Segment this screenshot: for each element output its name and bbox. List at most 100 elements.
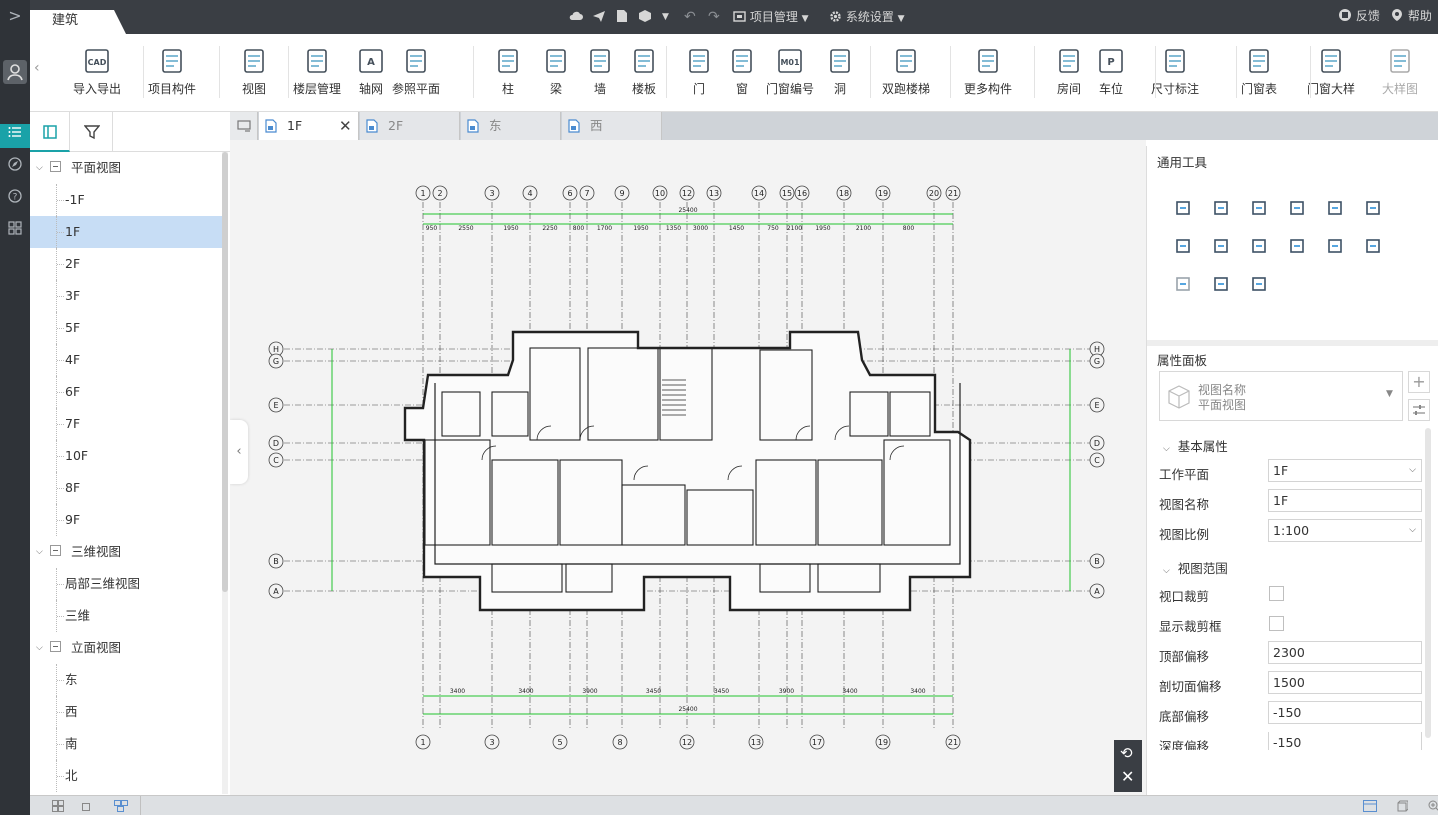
tree-item[interactable]: 3F [30,280,222,312]
small-square-icon[interactable] [82,803,90,811]
help-circle-icon[interactable]: ? [0,188,30,212]
cad-import-tool-button[interactable]: CAD 导入导出 [62,46,132,97]
show-crop-box-checkbox[interactable] [1269,616,1284,631]
array-icon[interactable] [1211,236,1231,256]
tree-item[interactable]: 9F [30,504,222,536]
props-scrollbar[interactable] [1425,428,1431,738]
tree-item[interactable]: 局部三维视图 [30,568,222,600]
parking-tool-button[interactable]: P 车位 [1076,46,1146,97]
view-type-selector[interactable]: 视图名称 平面视图 ▼ [1159,371,1403,421]
dimension-label: 800 [573,225,585,232]
user-avatar-icon[interactable] [3,60,27,84]
view-tab[interactable]: 2F [360,112,460,140]
align-icon[interactable] [1287,198,1307,218]
list-menu-icon[interactable] [0,124,30,148]
extend-icon[interactable] [1287,236,1307,256]
basic-props-section[interactable]: ⌵ 基本属性 [1163,436,1228,455]
delete-icon[interactable] [1173,274,1193,294]
tree-group-header[interactable]: ⌵ 立面视图 [30,632,222,664]
zoom-in-icon[interactable] [1428,800,1438,812]
close-tab-icon[interactable]: ✕ [339,112,352,140]
double-stair-tool-button[interactable]: 双跑楼梯 [871,46,941,97]
add-view-button[interactable]: + [1408,371,1430,393]
tree-item[interactable]: 10F [30,440,222,472]
cut-plane-offset-input[interactable]: 1500 [1268,671,1422,694]
more-components-tool-button[interactable]: 更多构件 [953,46,1023,97]
tree-group-header[interactable]: ⌵ 平面视图 [30,152,222,184]
scroll-left-chevron-icon[interactable]: ‹ [34,60,40,76]
file-icon[interactable] [616,9,628,27]
rotate-icon[interactable] [1249,198,1269,218]
door-window-table-tool-button[interactable]: 门窗表 [1224,46,1294,97]
viewport-crop-checkbox[interactable] [1269,586,1284,601]
measure-icon[interactable] [1249,274,1269,294]
duplicate-icon[interactable] [1173,236,1193,256]
opening-tool-button[interactable]: 洞 [805,46,875,97]
view-tab[interactable]: 西 [562,112,662,140]
split-icon[interactable] [1325,198,1345,218]
dimension-tool-button[interactable]: 尺寸标注 [1140,46,1210,97]
tree-item[interactable]: 5F [30,312,222,344]
tree-group-header[interactable]: ⌵ 三维视图 [30,536,222,568]
view-tab[interactable]: 东 [461,112,561,140]
project-menu[interactable]: 项目管理 ▼ [733,9,809,27]
dropdown-chevron-icon[interactable]: ▼ [662,9,669,25]
project-component-tool-button[interactable]: 项目构件 [137,46,207,97]
view-range-section[interactable]: ⌵ 视图范围 [1163,558,1228,577]
cloud-icon[interactable] [569,9,583,27]
expand-chevron-icon[interactable]: > [0,4,30,28]
module-tab-architecture[interactable]: 建筑 [30,10,126,34]
undo-icon[interactable]: ↶ [684,9,696,25]
cube-icon[interactable] [638,9,652,27]
close-icon[interactable]: ✕ [1121,767,1134,786]
view-name-input[interactable]: 1F [1268,489,1422,512]
work-plane-select[interactable]: 1F ⌵ [1268,459,1422,482]
trim-icon[interactable] [1249,236,1269,256]
tile-view-icon[interactable] [114,800,128,812]
tree-item[interactable]: 1F [30,216,222,248]
top-offset-input[interactable]: 2300 [1268,641,1422,664]
window-layout-icon[interactable] [1363,800,1377,812]
view-tool-button[interactable]: 视图 [219,46,289,97]
grid-view-icon[interactable] [52,800,64,812]
view-settings-button[interactable] [1408,399,1430,421]
copy-add-icon[interactable] [1211,198,1231,218]
reference-plane-tool-button[interactable]: 参照平面 [381,46,451,97]
tree-item[interactable]: 北 [30,760,222,792]
view-scale-select[interactable]: 1:100 ⌵ [1268,519,1422,542]
settings-menu[interactable]: 系统设置 ▼ [829,9,905,27]
tree-panel-toggle[interactable] [30,112,70,152]
tree-item[interactable]: 西 [30,696,222,728]
tree-item[interactable]: -1F [30,184,222,216]
box-3d-icon[interactable] [1396,800,1408,812]
tree-item[interactable]: 7F [30,408,222,440]
tree-scrollbar[interactable] [222,152,228,794]
group-icon[interactable] [1325,236,1345,256]
tree-item[interactable]: 东 [30,664,222,696]
tree-item[interactable]: 8F [30,472,222,504]
move-icon[interactable] [1173,198,1193,218]
tree-item[interactable]: 2F [30,248,222,280]
depth-offset-input[interactable]: -150 [1268,732,1422,750]
tab-overview-button[interactable] [230,112,258,140]
compass-icon[interactable] [0,156,30,180]
tree-item[interactable]: 三维 [30,600,222,632]
tree-item[interactable]: 6F [30,376,222,408]
detail-drawing-tool-button[interactable]: 大样图 [1365,46,1435,97]
apps-grid-icon[interactable] [0,220,30,244]
help-button[interactable]: 帮助 [1390,8,1432,24]
offset-icon[interactable] [1363,198,1383,218]
feedback-button[interactable]: 反馈 [1338,8,1380,24]
tree-item[interactable]: 南 [30,728,222,760]
tree-item[interactable]: 4F [30,344,222,376]
drawing-canvas[interactable]: ‹ 25400 25400 950 2550 1950 2250 800 1700 1950 13… [230,140,1146,795]
rotate-view-icon[interactable]: ⟲ [1120,744,1133,762]
view-tab[interactable]: 1F ✕ [259,112,359,140]
tree-filter-button[interactable] [71,112,113,152]
export-icon[interactable] [1211,274,1231,294]
mirror-icon[interactable] [1363,236,1383,256]
redo-icon[interactable]: ↷ [708,9,720,25]
bottom-offset-input[interactable]: -150 [1268,701,1422,724]
send-icon[interactable] [592,9,606,27]
door-window-detail-tool-button[interactable]: 门窗大样 [1296,46,1366,97]
